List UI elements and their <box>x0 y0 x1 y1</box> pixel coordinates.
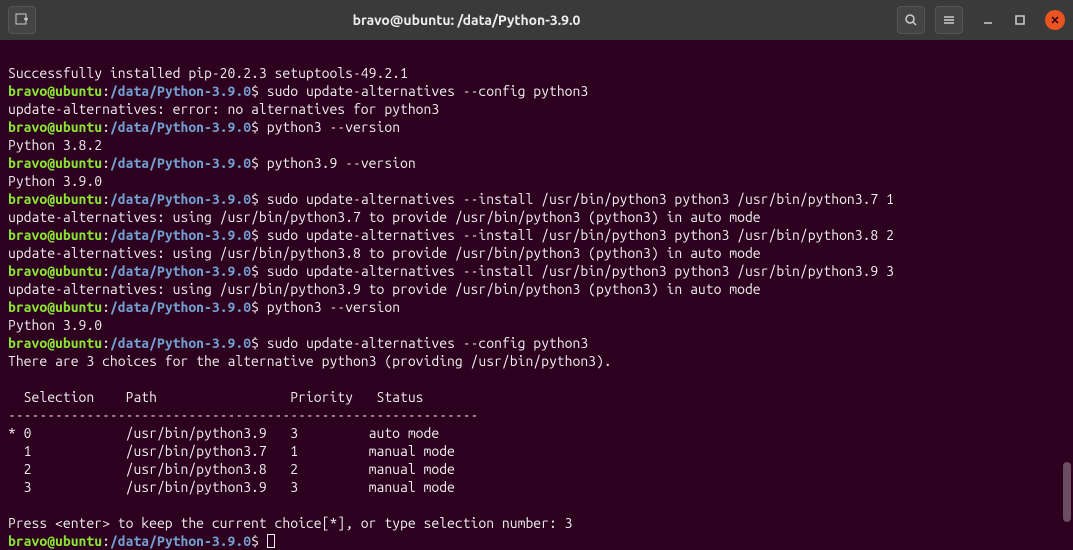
prompt-user: bravo@ubuntu <box>8 335 102 351</box>
command: sudo update-alternatives --install /usr/… <box>267 263 894 279</box>
command: python3.9 --version <box>267 155 416 171</box>
command: python3 --version <box>267 119 400 135</box>
command: python3 --version <box>267 299 400 315</box>
prompt-user: bravo@ubuntu <box>8 227 102 243</box>
prompt-user: bravo@ubuntu <box>8 119 102 135</box>
prompt-path: /data/Python-3.9.0 <box>110 191 251 207</box>
prompt-user: bravo@ubuntu <box>8 263 102 279</box>
command: sudo update-alternatives --install /usr/… <box>267 191 894 207</box>
table-row: * 0 /usr/bin/python3.9 3 auto mode <box>8 425 439 441</box>
prompt-user: bravo@ubuntu <box>8 299 102 315</box>
output-line: Python 3.9.0 <box>8 317 102 333</box>
output-line: There are 3 choices for the alternative … <box>8 353 612 369</box>
command: sudo update-alternatives --config python… <box>267 335 588 351</box>
new-tab-button[interactable] <box>8 6 36 34</box>
prompt-user: bravo@ubuntu <box>8 83 102 99</box>
prompt-path: /data/Python-3.9.0 <box>110 155 251 171</box>
output-line: update-alternatives: error: no alternati… <box>8 101 439 117</box>
menu-button[interactable] <box>935 6 963 34</box>
search-button[interactable] <box>897 6 925 34</box>
titlebar-right <box>897 6 1065 34</box>
prompt-path: /data/Python-3.9.0 <box>110 533 251 549</box>
output-line: update-alternatives: using /usr/bin/pyth… <box>8 245 761 261</box>
hamburger-icon <box>942 13 956 27</box>
add-tab-icon <box>15 13 29 27</box>
terminal-content[interactable]: Successfully installed pip-20.2.3 setupt… <box>0 40 1073 532</box>
prompt-selection: Press <enter> to keep the current choice… <box>8 515 572 531</box>
close-icon <box>1050 15 1060 25</box>
prompt-path: /data/Python-3.9.0 <box>110 119 251 135</box>
prompt-user: bravo@ubuntu <box>8 533 102 549</box>
table-header: Selection Path Priority Status <box>8 389 424 405</box>
prompt-user: bravo@ubuntu <box>8 155 102 171</box>
minimize-icon <box>982 14 994 26</box>
prompt-path: /data/Python-3.9.0 <box>110 299 251 315</box>
table-row: 1 /usr/bin/python3.7 1 manual mode <box>8 443 455 459</box>
prompt-path: /data/Python-3.9.0 <box>110 83 251 99</box>
command: sudo update-alternatives --install /usr/… <box>267 227 894 243</box>
table-row: 2 /usr/bin/python3.8 2 manual mode <box>8 461 455 477</box>
prompt-path: /data/Python-3.9.0 <box>110 335 251 351</box>
command: sudo update-alternatives --config python… <box>267 83 588 99</box>
output-line: update-alternatives: using /usr/bin/pyth… <box>8 281 761 297</box>
prompt-path: /data/Python-3.9.0 <box>110 227 251 243</box>
window-controls <box>981 10 1065 30</box>
window-title: bravo@ubuntu: /data/Python-3.9.0 <box>36 12 897 28</box>
titlebar-left <box>8 6 36 34</box>
output-line: Python 3.9.0 <box>8 173 102 189</box>
output-line: Successfully installed pip-20.2.3 setupt… <box>8 65 408 81</box>
titlebar: bravo@ubuntu: /data/Python-3.9.0 <box>0 0 1073 40</box>
prompt-user: bravo@ubuntu <box>8 191 102 207</box>
close-button[interactable] <box>1045 10 1065 30</box>
maximize-icon <box>1014 14 1026 26</box>
prompt-path: /data/Python-3.9.0 <box>110 263 251 279</box>
output-line: update-alternatives: using /usr/bin/pyth… <box>8 209 761 225</box>
minimize-button[interactable] <box>981 13 995 27</box>
scrollbar[interactable] <box>1063 462 1071 522</box>
maximize-button[interactable] <box>1013 13 1027 27</box>
cursor <box>267 534 275 548</box>
table-row: 3 /usr/bin/python3.9 3 manual mode <box>8 479 455 495</box>
output-line: Python 3.8.2 <box>8 137 102 153</box>
search-icon <box>904 13 918 27</box>
table-separator: ----------------------------------------… <box>8 407 478 423</box>
